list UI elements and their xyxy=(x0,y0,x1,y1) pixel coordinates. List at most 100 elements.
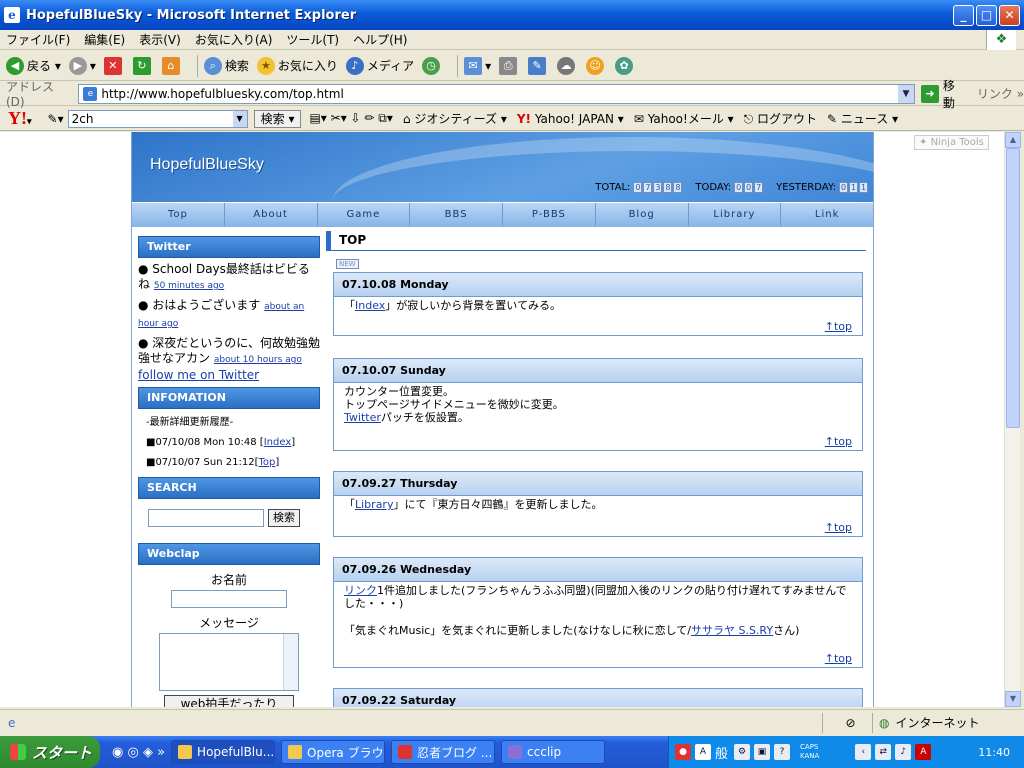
task-ie[interactable]: HopefulBlu... xyxy=(171,740,276,764)
entry-link-twitter[interactable]: Twitter xyxy=(344,411,381,424)
back-to-top-link[interactable]: ↑top xyxy=(825,435,852,448)
help-icon[interactable]: ? xyxy=(774,744,791,760)
entry-link-library[interactable]: Library xyxy=(355,498,393,511)
task-opera[interactable]: Opera ブラウ... xyxy=(281,740,386,764)
entry-link-index[interactable]: Index xyxy=(355,299,385,312)
ime-icon[interactable]: A xyxy=(695,744,711,760)
tray-expand-icon[interactable]: ‹ xyxy=(855,744,872,760)
scroll-thumb[interactable] xyxy=(1006,148,1020,428)
search-label: 検索 xyxy=(224,59,249,73)
info-link-top[interactable]: Top xyxy=(258,457,275,468)
discuss-button[interactable]: ☁ xyxy=(557,56,578,75)
stop-button[interactable]: ✕ xyxy=(103,56,125,75)
research-button[interactable]: ✿ xyxy=(615,56,636,75)
network-icon[interactable]: ⇄ xyxy=(875,744,892,760)
yahoo-item-news[interactable]: ✎ ニュース ▾ xyxy=(827,110,898,127)
menu-tools[interactable]: ツール(T) xyxy=(286,31,339,48)
news-label: ニュース xyxy=(840,112,889,126)
tweet-time-link[interactable]: about 10 hours ago xyxy=(214,355,302,365)
nav-bbs[interactable]: BBS xyxy=(410,203,503,227)
nav-top[interactable]: Top xyxy=(132,203,225,227)
site-search-input[interactable] xyxy=(148,509,264,527)
webclap-heading: Webclap xyxy=(138,543,320,565)
go-button[interactable]: ➜ 移動 xyxy=(921,77,967,111)
yahoo-tools-icons[interactable]: ▤▾ ✂▾ ⇩ ✏ ⧉▾ xyxy=(309,111,392,126)
home-button[interactable]: ⌂ xyxy=(161,56,183,75)
info-link-index[interactable]: Index xyxy=(264,437,292,448)
minimize-button[interactable]: _ xyxy=(953,5,974,26)
entry-link-sasaraya[interactable]: ササラヤ S.S.RY xyxy=(691,624,773,637)
menu-favorites[interactable]: お気に入り(A) xyxy=(195,31,273,48)
popup-blocker-icon[interactable]: ⊘ xyxy=(822,712,872,733)
scroll-up-icon[interactable]: ▲ xyxy=(1005,132,1021,148)
vertical-scrollbar[interactable]: ▲ ▼ xyxy=(1004,132,1021,707)
links-button[interactable]: リンク » xyxy=(977,85,1024,102)
nav-about[interactable]: About xyxy=(225,203,318,227)
edit-button[interactable]: ✎ xyxy=(528,56,549,75)
yahoo-item-logout[interactable]: ⎋ ログアウト xyxy=(744,110,817,127)
maximize-button[interactable]: □ xyxy=(976,5,997,26)
back-to-top-link[interactable]: ↑top xyxy=(825,521,852,534)
nav-link[interactable]: Link xyxy=(781,203,873,227)
name-input[interactable] xyxy=(171,590,287,608)
quick-launch-icons[interactable]: ◉ ◎ ◈ » xyxy=(112,745,165,760)
ime-mode-label[interactable]: 般 xyxy=(715,743,728,762)
sidebar: Twitter ● School Days最終話はビビるね 50 minutes… xyxy=(138,232,320,707)
yahoo-logo-text: Y! xyxy=(8,108,27,128)
address-dropdown-icon[interactable]: ▼ xyxy=(898,84,914,103)
favorites-button[interactable]: ★ お気に入り xyxy=(256,56,338,75)
ati-icon[interactable]: A xyxy=(915,744,932,760)
yahoo-search-button[interactable]: 検索 ▾ xyxy=(253,109,302,128)
mail-button[interactable]: ✉ ▾ xyxy=(464,56,491,75)
back-button[interactable]: ◀ 戻る ▾ xyxy=(6,56,61,75)
back-to-top-link[interactable]: ↑top xyxy=(825,652,852,665)
address-input[interactable]: e http://www.hopefulbluesky.com/top.html… xyxy=(78,83,915,104)
menu-edit[interactable]: 編集(E) xyxy=(84,31,125,48)
yahoo-logo[interactable]: Y!▾ xyxy=(8,108,32,129)
messenger-icon: ☺ xyxy=(586,56,605,75)
menu-file[interactable]: ファイル(F) xyxy=(6,31,70,48)
yahoo-search-input[interactable]: 2ch ▼ xyxy=(67,109,248,128)
task-ccclip[interactable]: ccclip xyxy=(501,740,606,764)
media-button[interactable]: ♪ メディア xyxy=(345,56,414,75)
ninja-label: Ninja Tools xyxy=(930,137,984,148)
yahoo-item-geocities[interactable]: ⌂ ジオシティーズ ▾ xyxy=(403,110,507,127)
tray-briefcase-icon[interactable]: ▣ xyxy=(754,744,771,760)
tweet-text: おはようございます xyxy=(152,298,261,312)
yahoo-search-dropdown-icon[interactable]: ▼ xyxy=(232,110,247,127)
yahoo-item-japan[interactable]: Y! Yahoo! JAPAN ▾ xyxy=(517,112,624,126)
tray-app-icon[interactable]: ● xyxy=(675,744,691,760)
ie-icon: e xyxy=(4,7,20,23)
start-button[interactable]: スタート xyxy=(0,736,100,768)
forward-button[interactable]: ▶ ▾ xyxy=(68,56,96,75)
refresh-button[interactable]: ↻ xyxy=(132,56,154,75)
task-ninja-blog[interactable]: 忍者ブログ ... xyxy=(391,740,496,764)
yahoo-item-mail[interactable]: ✉ Yahoo!メール ▾ xyxy=(634,110,734,127)
history-button[interactable]: ◷ xyxy=(422,56,443,75)
menu-help[interactable]: ヘルプ(H) xyxy=(353,31,407,48)
tweet-time-link[interactable]: 50 minutes ago xyxy=(154,281,224,291)
site-search-button[interactable]: 検索 xyxy=(268,509,300,527)
nav-pbbs[interactable]: P-BBS xyxy=(503,203,596,227)
close-button[interactable]: ✕ xyxy=(999,5,1020,26)
pencil-icon[interactable]: ✎▾ xyxy=(48,112,64,126)
nav-blog[interactable]: Blog xyxy=(596,203,689,227)
messenger-button[interactable]: ☺ xyxy=(586,56,607,75)
search-button[interactable]: ⌕ 検索 xyxy=(203,56,249,75)
webclap-button[interactable]: web拍手だったり xyxy=(163,695,295,707)
ninja-tools-badge[interactable]: ✦ Ninja Tools xyxy=(914,135,989,150)
yesterday-digit: 0 xyxy=(839,182,848,193)
scroll-down-icon[interactable]: ▼ xyxy=(1005,691,1021,707)
menu-view[interactable]: 表示(V) xyxy=(139,31,181,48)
volume-icon[interactable]: ♪ xyxy=(895,744,912,760)
message-textarea[interactable] xyxy=(159,633,299,691)
tray-tool-icon[interactable]: ⚙ xyxy=(734,744,751,760)
nav-library[interactable]: Library xyxy=(689,203,782,227)
nav-game[interactable]: Game xyxy=(318,203,411,227)
print-button[interactable]: ⎙ xyxy=(499,56,520,75)
back-to-top-link[interactable]: ↑top xyxy=(825,320,852,333)
ccclip-task-icon xyxy=(508,745,523,759)
yahoo-toolbar: Y!▾ ✎▾ 2ch ▼ 検索 ▾ ▤▾ ✂▾ ⇩ ✏ ⧉▾ ⌂ ジオシティーズ … xyxy=(0,107,1024,131)
entry-link-links[interactable]: リンク xyxy=(344,584,377,597)
follow-twitter-link[interactable]: follow me on Twitter xyxy=(138,368,259,382)
